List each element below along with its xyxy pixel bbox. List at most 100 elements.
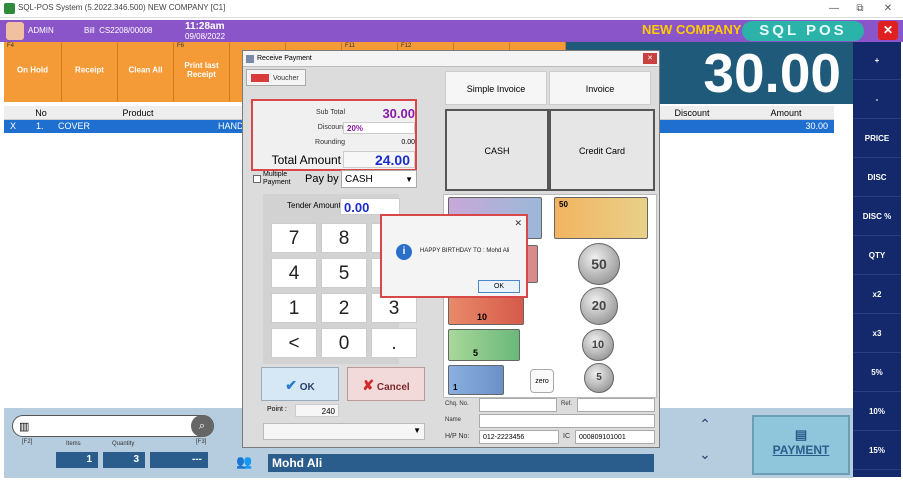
col-amount[interactable]: Amount	[740, 106, 832, 120]
popup-close-icon[interactable]: ✕	[514, 218, 522, 229]
simple-invoice-button[interactable]: Simple Invoice	[445, 71, 547, 105]
button-label: Print last Receipt	[184, 61, 219, 79]
name-label: Name	[445, 417, 462, 423]
five-percent-button[interactable]: 5%	[853, 354, 901, 392]
voucher-label: Voucher	[273, 75, 299, 82]
customer-name: Mohd Ali	[268, 454, 654, 472]
fkey-label: F6	[177, 43, 185, 49]
ten-percent-button[interactable]: 10%	[853, 393, 901, 431]
extra-select[interactable]: ▼	[263, 423, 425, 440]
fkey-label: F4	[7, 43, 15, 49]
pay-by-select[interactable]: CASH ▼	[341, 170, 417, 188]
coin-5[interactable]: 5	[584, 363, 614, 393]
cheque-input[interactable]	[479, 398, 557, 412]
info-icon: i	[396, 244, 412, 260]
ic-input[interactable]: 000809101001	[575, 430, 655, 444]
customer-icon[interactable]: 👥	[236, 454, 252, 470]
zero-button[interactable]: zero	[530, 369, 554, 393]
key-8[interactable]: 8	[321, 223, 367, 253]
pay-by-value: CASH	[345, 174, 373, 185]
key-7[interactable]: 7	[271, 223, 317, 253]
ref-input[interactable]	[577, 398, 655, 412]
close-icon[interactable]: ✕	[880, 2, 896, 16]
cheque-label: Chq. No.	[445, 401, 469, 407]
row-delete-x[interactable]: X	[10, 120, 16, 133]
cancel-button[interactable]: ✘ Cancel	[347, 367, 425, 401]
key-0[interactable]: 0	[321, 328, 367, 358]
note-1[interactable]: 1	[448, 365, 504, 395]
coin-10[interactable]: 10	[582, 329, 614, 361]
name-input[interactable]	[479, 414, 655, 428]
button-label: Receipt	[75, 65, 104, 75]
tender-amount-label: Tender Amount	[287, 201, 341, 210]
app-close-button[interactable]: ✕	[878, 21, 898, 40]
qty-button[interactable]: QTY	[853, 237, 901, 275]
minus-button[interactable]: -	[853, 81, 901, 119]
multiple-payment-checkbox[interactable]	[253, 175, 261, 183]
disc-percent-button[interactable]: DISC %	[853, 198, 901, 236]
birthday-message-box: ✕ i HAPPY BIRTHDAY TO : Mohd Ali OK	[380, 214, 528, 298]
dialog-close-icon[interactable]: ✕	[643, 53, 657, 64]
payment-icon: ▤	[794, 427, 808, 442]
key-2[interactable]: 2	[321, 293, 367, 323]
dialog-icon	[246, 55, 254, 63]
x3-button[interactable]: x3	[853, 315, 901, 353]
scroll-up-icon[interactable]: ⌃	[686, 416, 724, 444]
invoice-button[interactable]: Invoice	[549, 71, 651, 105]
credit-card-button[interactable]: Credit Card	[549, 109, 655, 191]
key-backspace[interactable]: <	[271, 328, 317, 358]
items-label: Items	[66, 441, 81, 447]
fifteen-percent-button[interactable]: 15%	[853, 432, 901, 470]
ok-label: OK	[299, 382, 315, 393]
col-no[interactable]: No	[24, 106, 58, 120]
search-icon[interactable]: ⌕	[191, 415, 213, 437]
note-50[interactable]: 50	[554, 197, 648, 239]
key-5[interactable]: 5	[321, 258, 367, 288]
key-4[interactable]: 4	[271, 258, 317, 288]
plus-button[interactable]: +	[853, 42, 901, 80]
third-count: ---	[150, 452, 208, 468]
row-no: 1.	[36, 121, 44, 131]
key-1[interactable]: 1	[271, 293, 317, 323]
col-product[interactable]: Product	[58, 106, 218, 120]
ok-button[interactable]: ✔ OK	[261, 367, 339, 401]
disc-button[interactable]: DISC	[853, 159, 901, 197]
pay-by-label: Pay by	[305, 173, 339, 185]
discount-value[interactable]: 20%	[343, 122, 415, 134]
clock-date: 09/08/2022	[185, 32, 226, 41]
receipt-button[interactable]: Receipt	[62, 42, 118, 102]
barcode-input[interactable]: ▥	[12, 415, 214, 437]
barcode-icon: ▥	[19, 421, 30, 433]
f3-label: [F3]	[196, 439, 207, 445]
payment-button[interactable]: ▤ PAYMENT	[752, 415, 850, 475]
scroll-down-icon[interactable]: ⌄	[686, 446, 724, 474]
clean-all-button[interactable]: Clean All	[118, 42, 174, 102]
on-hold-button[interactable]: F4 On Hold	[4, 42, 62, 102]
button-label: Clean All	[128, 65, 163, 75]
check-icon: ✔	[285, 377, 297, 393]
popup-ok-button[interactable]: OK	[478, 280, 520, 293]
key-dot[interactable]: .	[371, 328, 417, 358]
chevron-down-icon: ▼	[405, 175, 413, 184]
tender-amount-input[interactable]: 0.00	[340, 198, 400, 215]
company-name: NEW COMPANY	[642, 22, 742, 37]
subtotal-value: 30.00	[382, 106, 415, 121]
print-last-receipt-button[interactable]: F6 Print last Receipt	[174, 42, 230, 102]
note-1-label: 1	[453, 383, 458, 392]
bill-number: CS2208/00008	[99, 26, 153, 35]
coin-50[interactable]: 50	[578, 243, 620, 285]
note-50-label: 50	[559, 200, 568, 209]
hp-input[interactable]: 012-2223456	[479, 430, 559, 444]
note-5[interactable]: 5	[448, 329, 520, 361]
restore-icon[interactable]: ⧉	[852, 2, 868, 16]
cross-icon: ✘	[362, 377, 375, 393]
point-value: 240	[295, 404, 339, 417]
cash-button[interactable]: CASH	[445, 109, 549, 191]
row-product-extra: HAND	[218, 121, 244, 131]
x2-button[interactable]: x2	[853, 276, 901, 314]
row-product: COVER	[58, 121, 91, 131]
coin-20[interactable]: 20	[580, 287, 618, 325]
voucher-button[interactable]: Voucher	[246, 69, 306, 86]
minimize-icon[interactable]: —	[826, 2, 842, 16]
price-button[interactable]: PRICE	[853, 120, 901, 158]
